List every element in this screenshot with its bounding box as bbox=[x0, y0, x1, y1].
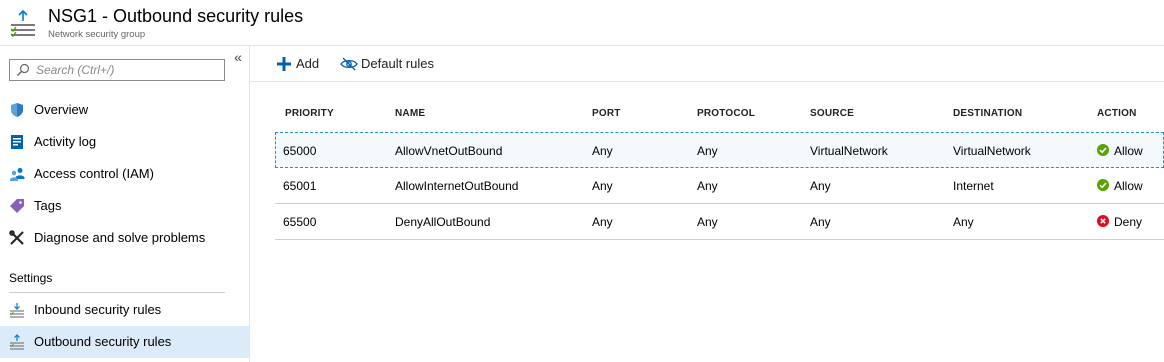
protocol-cell: Any bbox=[697, 144, 718, 158]
source-cell: Any bbox=[810, 215, 831, 229]
add-button-label: Add bbox=[296, 56, 320, 71]
source-cell: Any bbox=[810, 179, 831, 193]
column-header-action[interactable]: ACTION bbox=[1097, 108, 1137, 119]
sidebar: « Overview Activity log Access control (… bbox=[0, 46, 250, 362]
column-header-port[interactable]: PORT bbox=[592, 108, 621, 119]
sidebar-item-label: Access control (IAM) bbox=[34, 166, 154, 181]
deny-x-icon bbox=[1097, 215, 1109, 227]
search-input[interactable] bbox=[36, 62, 220, 78]
activity-log-icon bbox=[11, 135, 23, 149]
outbound-rules-icon bbox=[10, 9, 35, 38]
port-cell: Any bbox=[592, 179, 613, 193]
protocol-cell: Any bbox=[697, 179, 718, 193]
outbound-rules-icon bbox=[9, 334, 24, 350]
protocol-cell: Any bbox=[697, 215, 718, 229]
sidebar-item-label: Tags bbox=[34, 198, 62, 213]
wrench-icon bbox=[9, 230, 24, 245]
sidebar-item-access-control[interactable]: Access control (IAM) bbox=[0, 158, 249, 190]
command-bar: Add Default rules bbox=[250, 46, 1164, 82]
plus-icon bbox=[277, 57, 291, 71]
sidebar-item-label: Outbound security rules bbox=[34, 334, 172, 349]
destination-cell: Any bbox=[953, 215, 974, 229]
priority-cell: 65001 bbox=[283, 179, 317, 193]
collapse-sidebar-button[interactable]: « bbox=[231, 50, 245, 65]
sidebar-item-overview[interactable]: Overview bbox=[0, 94, 249, 126]
people-icon bbox=[10, 168, 25, 181]
section-divider bbox=[9, 292, 225, 293]
eye-hidden-icon bbox=[340, 57, 358, 71]
priority-cell: 65000 bbox=[283, 144, 317, 158]
page-subtitle: Network security group bbox=[48, 29, 146, 40]
sidebar-item-activity-log[interactable]: Activity log bbox=[0, 126, 249, 158]
sidebar-item-inbound-security-rules[interactable]: Inbound security rules bbox=[0, 294, 249, 326]
sidebar-item-label: Activity log bbox=[34, 134, 97, 149]
column-header-destination[interactable]: DESTINATION bbox=[953, 108, 1022, 119]
name-cell: AllowVnetOutBound bbox=[395, 144, 503, 158]
destination-cell: Internet bbox=[953, 179, 994, 193]
priority-cell: 65500 bbox=[283, 215, 317, 229]
sidebar-item-label: Inbound security rules bbox=[34, 302, 162, 317]
search-box bbox=[9, 59, 225, 81]
name-cell: AllowInternetOutBound bbox=[395, 179, 519, 193]
allow-check-icon bbox=[1097, 144, 1109, 156]
sidebar-item-tags[interactable]: Tags bbox=[0, 190, 249, 222]
add-button[interactable]: Add bbox=[275, 54, 347, 74]
table-row[interactable]: 65000 AllowVnetOutBound Any Any VirtualN… bbox=[275, 132, 1164, 168]
main-content: Add Default rules PRIORITY NAME PORT PRO… bbox=[250, 46, 1164, 362]
action-cell: Deny bbox=[1114, 215, 1143, 229]
column-header-source[interactable]: SOURCE bbox=[810, 108, 854, 119]
action-cell: Allow bbox=[1114, 144, 1143, 158]
table-row[interactable]: 65500 DenyAllOutBound Any Any Any Any De… bbox=[275, 204, 1164, 240]
shield-icon bbox=[11, 103, 23, 117]
default-rules-button-label: Default rules bbox=[361, 56, 434, 71]
allow-check-icon bbox=[1097, 179, 1109, 191]
settings-section-label: Settings bbox=[9, 271, 53, 285]
column-header-protocol[interactable]: PROTOCOL bbox=[697, 108, 755, 119]
tag-icon bbox=[10, 199, 24, 213]
column-header-priority[interactable]: PRIORITY bbox=[285, 108, 334, 119]
default-rules-button[interactable]: Default rules bbox=[340, 54, 460, 74]
source-cell: VirtualNetwork bbox=[810, 144, 888, 158]
page-title: NSG1 - Outbound security rules bbox=[48, 6, 304, 26]
sidebar-item-label: Overview bbox=[34, 102, 89, 117]
search-icon bbox=[17, 63, 30, 76]
port-cell: Any bbox=[592, 215, 613, 229]
action-cell: Allow bbox=[1114, 179, 1143, 193]
name-cell: DenyAllOutBound bbox=[395, 215, 491, 229]
sidebar-item-label: Diagnose and solve problems bbox=[34, 230, 206, 245]
sidebar-item-diagnose[interactable]: Diagnose and solve problems bbox=[0, 222, 249, 254]
table-row[interactable]: 65001 AllowInternetOutBound Any Any Any … bbox=[275, 168, 1164, 204]
sidebar-item-outbound-security-rules[interactable]: Outbound security rules bbox=[0, 326, 249, 358]
column-header-name[interactable]: NAME bbox=[395, 108, 425, 119]
port-cell: Any bbox=[592, 144, 613, 158]
inbound-rules-icon bbox=[9, 303, 24, 318]
destination-cell: VirtualNetwork bbox=[953, 144, 1031, 158]
page-header: NSG1 - Outbound security rules Network s… bbox=[0, 0, 1164, 46]
